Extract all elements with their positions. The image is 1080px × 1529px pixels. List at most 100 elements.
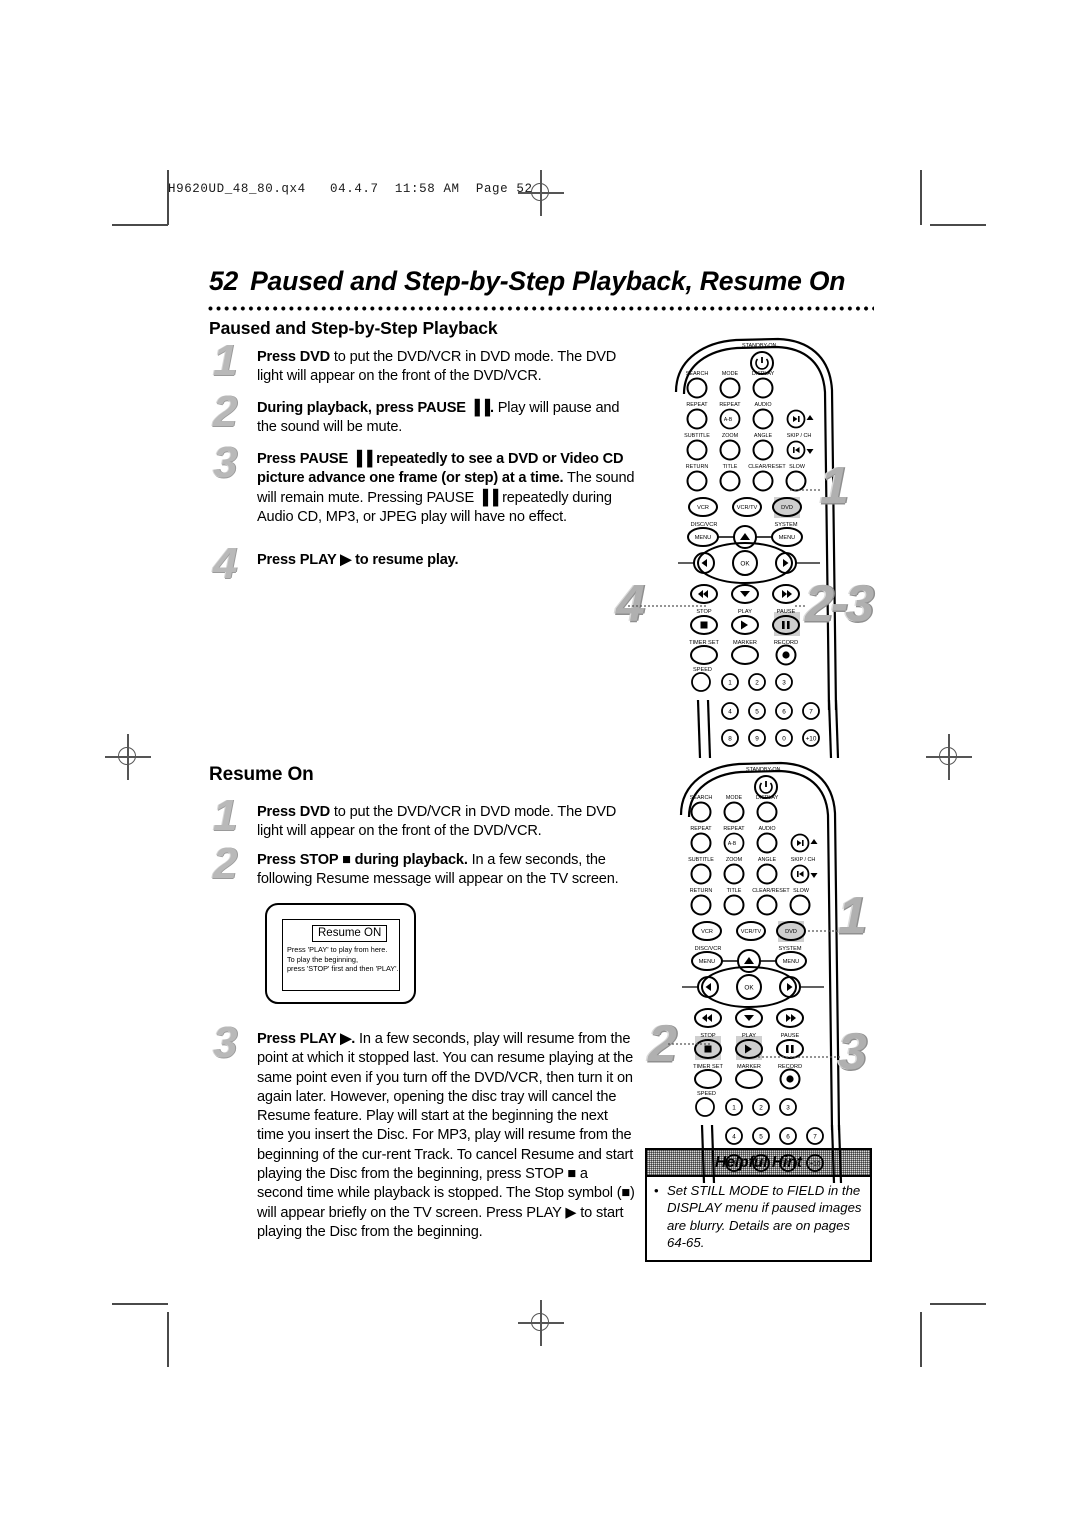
svg-text:REPEAT: REPEAT — [690, 826, 712, 832]
resume-on-label: Resume ON — [312, 925, 388, 942]
step-text: During playback, press PAUSE ▐▐. Play wi… — [257, 399, 635, 438]
step-3-resume: 3 Press PLAY ▶. In a few seconds, play w… — [213, 1021, 635, 1242]
svg-text:+10: +10 — [806, 736, 817, 743]
crop-mark-top-right-h — [930, 224, 986, 226]
svg-text:REPEAT: REPEAT — [719, 402, 741, 408]
svg-text:1: 1 — [728, 680, 732, 687]
registration-mark-right — [926, 734, 972, 780]
helpful-hint-text: Set STILL MODE to FIELD in the DISPLAY m… — [667, 1183, 862, 1251]
svg-text:DISPLAY: DISPLAY — [756, 795, 779, 801]
step-number: 4 — [213, 539, 237, 588]
svg-text:7: 7 — [809, 709, 813, 716]
svg-text:5: 5 — [759, 1134, 763, 1141]
svg-text:2: 2 — [755, 680, 759, 687]
tv-line-3: press 'STOP' first and then 'PLAY'. — [287, 964, 399, 974]
step-text: Press PAUSE ▐▐ repeatedly to see a DVD o… — [257, 450, 635, 527]
step-number: 1 — [213, 791, 237, 840]
section-heading-paused-playback: Paused and Step-by-Step Playback — [209, 318, 498, 338]
callout-leader-lines-top — [628, 489, 820, 607]
svg-text:AUDIO: AUDIO — [754, 402, 771, 408]
svg-text:SEARCH: SEARCH — [690, 795, 713, 801]
svg-text:8: 8 — [732, 1161, 736, 1168]
step-number: 2 — [213, 839, 237, 888]
svg-text:AUDIO: AUDIO — [758, 826, 775, 832]
step-number: 3 — [213, 438, 237, 487]
registration-mark-bottom — [518, 1300, 564, 1346]
step-4-paused: 4 Press PLAY ▶ to resume play. — [213, 542, 635, 586]
svg-text:MODE: MODE — [726, 795, 743, 801]
step-1-paused: 1 Press DVD to put the DVD/VCR in DVD mo… — [213, 339, 635, 387]
svg-text:SPEED: SPEED — [697, 1091, 716, 1097]
bullet-icon: • — [654, 1183, 659, 1198]
step-bold-lead: Press PLAY ▶ to resume play. — [257, 552, 459, 568]
step-text: Press DVD to put the DVD/VCR in DVD mode… — [257, 348, 635, 387]
step-2-resume: 2 Press STOP ■ during playback. In a few… — [213, 842, 635, 890]
step-1-resume: 1 Press DVD to put the DVD/VCR in DVD mo… — [213, 794, 635, 842]
step-text: Press DVD to put the DVD/VCR in DVD mode… — [257, 803, 635, 842]
step-3-paused: 3 Press PAUSE ▐▐ repeatedly to see a DVD… — [213, 441, 635, 527]
keypad-svg-top: 4 5 6 7 8 9 0 +10 — [696, 699, 840, 759]
svg-text:ZOOM: ZOOM — [726, 857, 743, 863]
crop-mark-bottom-right-v — [920, 1312, 922, 1367]
step-text: Press PLAY ▶. In a few seconds, play wil… — [257, 1030, 635, 1242]
callout-leader-lines-bottom — [668, 930, 840, 1058]
svg-text:A-B: A-B — [728, 841, 737, 847]
svg-text:4: 4 — [732, 1134, 736, 1141]
svg-text:9: 9 — [755, 736, 759, 743]
step-bold-lead: Press DVD — [257, 804, 331, 820]
step-number: 1 — [213, 336, 237, 385]
svg-text:6: 6 — [786, 1134, 790, 1141]
step-2-paused: 2 During playback, press PAUSE ▐▐. Play … — [213, 390, 635, 438]
registration-mark-left — [105, 734, 151, 780]
svg-text:STANDBY-ON: STANDBY-ON — [746, 767, 781, 773]
svg-text:ANGLE: ANGLE — [754, 433, 773, 439]
svg-text:SKIP / CH: SKIP / CH — [787, 433, 812, 439]
tv-line-2: To play the beginning, — [287, 954, 358, 964]
svg-text:MODE: MODE — [722, 371, 739, 377]
step-bold-lead: Press DVD — [257, 349, 331, 365]
page-title-text: Paused and Step-by-Step Playback, Resume… — [250, 266, 846, 296]
svg-text:4: 4 — [728, 709, 732, 716]
svg-text:1: 1 — [732, 1105, 736, 1112]
tv-screen-inner: Resume ON Press 'PLAY' to play from here… — [282, 919, 400, 991]
crop-mark-bottom-right-h — [930, 1303, 986, 1305]
tv-line-1: Press 'PLAY' to play from here. — [287, 945, 388, 954]
crop-mark-top-right-v — [920, 170, 922, 225]
svg-text:0: 0 — [786, 1161, 790, 1168]
printer-slug-line: H9620UD_48_80.qx4 04.4.7 11:58 AM Page 5… — [168, 182, 533, 196]
svg-text:STANDBY-ON: STANDBY-ON — [742, 343, 777, 349]
svg-text:ZOOM: ZOOM — [722, 433, 739, 439]
dotted-rule-divider — [208, 306, 874, 311]
step-number: 2 — [213, 387, 237, 436]
crop-mark-top-left-h — [112, 224, 168, 226]
svg-text:SPEED: SPEED — [693, 667, 712, 673]
svg-text:SKIP / CH: SKIP / CH — [791, 857, 816, 863]
step-text: Press STOP ■ during playback. In a few s… — [257, 851, 635, 890]
svg-text:+10: +10 — [810, 1161, 821, 1168]
crop-mark-bottom-left-v — [167, 1312, 169, 1367]
keypad-svg-bottom: 4 5 6 7 8 9 0 +10 — [700, 1124, 843, 1184]
svg-text:5: 5 — [755, 709, 759, 716]
svg-text:8: 8 — [728, 736, 732, 743]
svg-text:SUBTITLE: SUBTITLE — [688, 857, 714, 863]
svg-text:SEARCH: SEARCH — [686, 371, 709, 377]
svg-text:3: 3 — [782, 680, 786, 687]
step-text: Press PLAY ▶ to resume play. — [257, 551, 635, 570]
step-bold-lead: Press PLAY ▶. — [257, 1031, 356, 1047]
remote-keypad-bottom-extra: 4 5 6 7 8 9 0 +10 — [665, 1124, 890, 1190]
svg-text:DISPLAY: DISPLAY — [752, 371, 775, 377]
svg-text:ANGLE: ANGLE — [758, 857, 777, 863]
svg-text:3: 3 — [786, 1105, 790, 1112]
crop-mark-top-left-v — [167, 170, 169, 225]
svg-text:REPEAT: REPEAT — [686, 402, 708, 408]
section-heading-resume-on: Resume On — [209, 764, 314, 785]
page-number: 52 — [209, 266, 239, 296]
step-number: 3 — [213, 1018, 237, 1067]
page-title: 52 Paused and Step-by-Step Playback, Resu… — [209, 266, 845, 297]
svg-text:REPEAT: REPEAT — [723, 826, 745, 832]
svg-text:0: 0 — [782, 736, 786, 743]
tv-screen-instructions: Press 'PLAY' to play from here. To play … — [287, 945, 399, 974]
crop-mark-bottom-left-h — [112, 1303, 168, 1305]
remote-keypad-top-extra: 4 5 6 7 8 9 0 +10 — [660, 699, 890, 765]
svg-text:6: 6 — [782, 709, 786, 716]
